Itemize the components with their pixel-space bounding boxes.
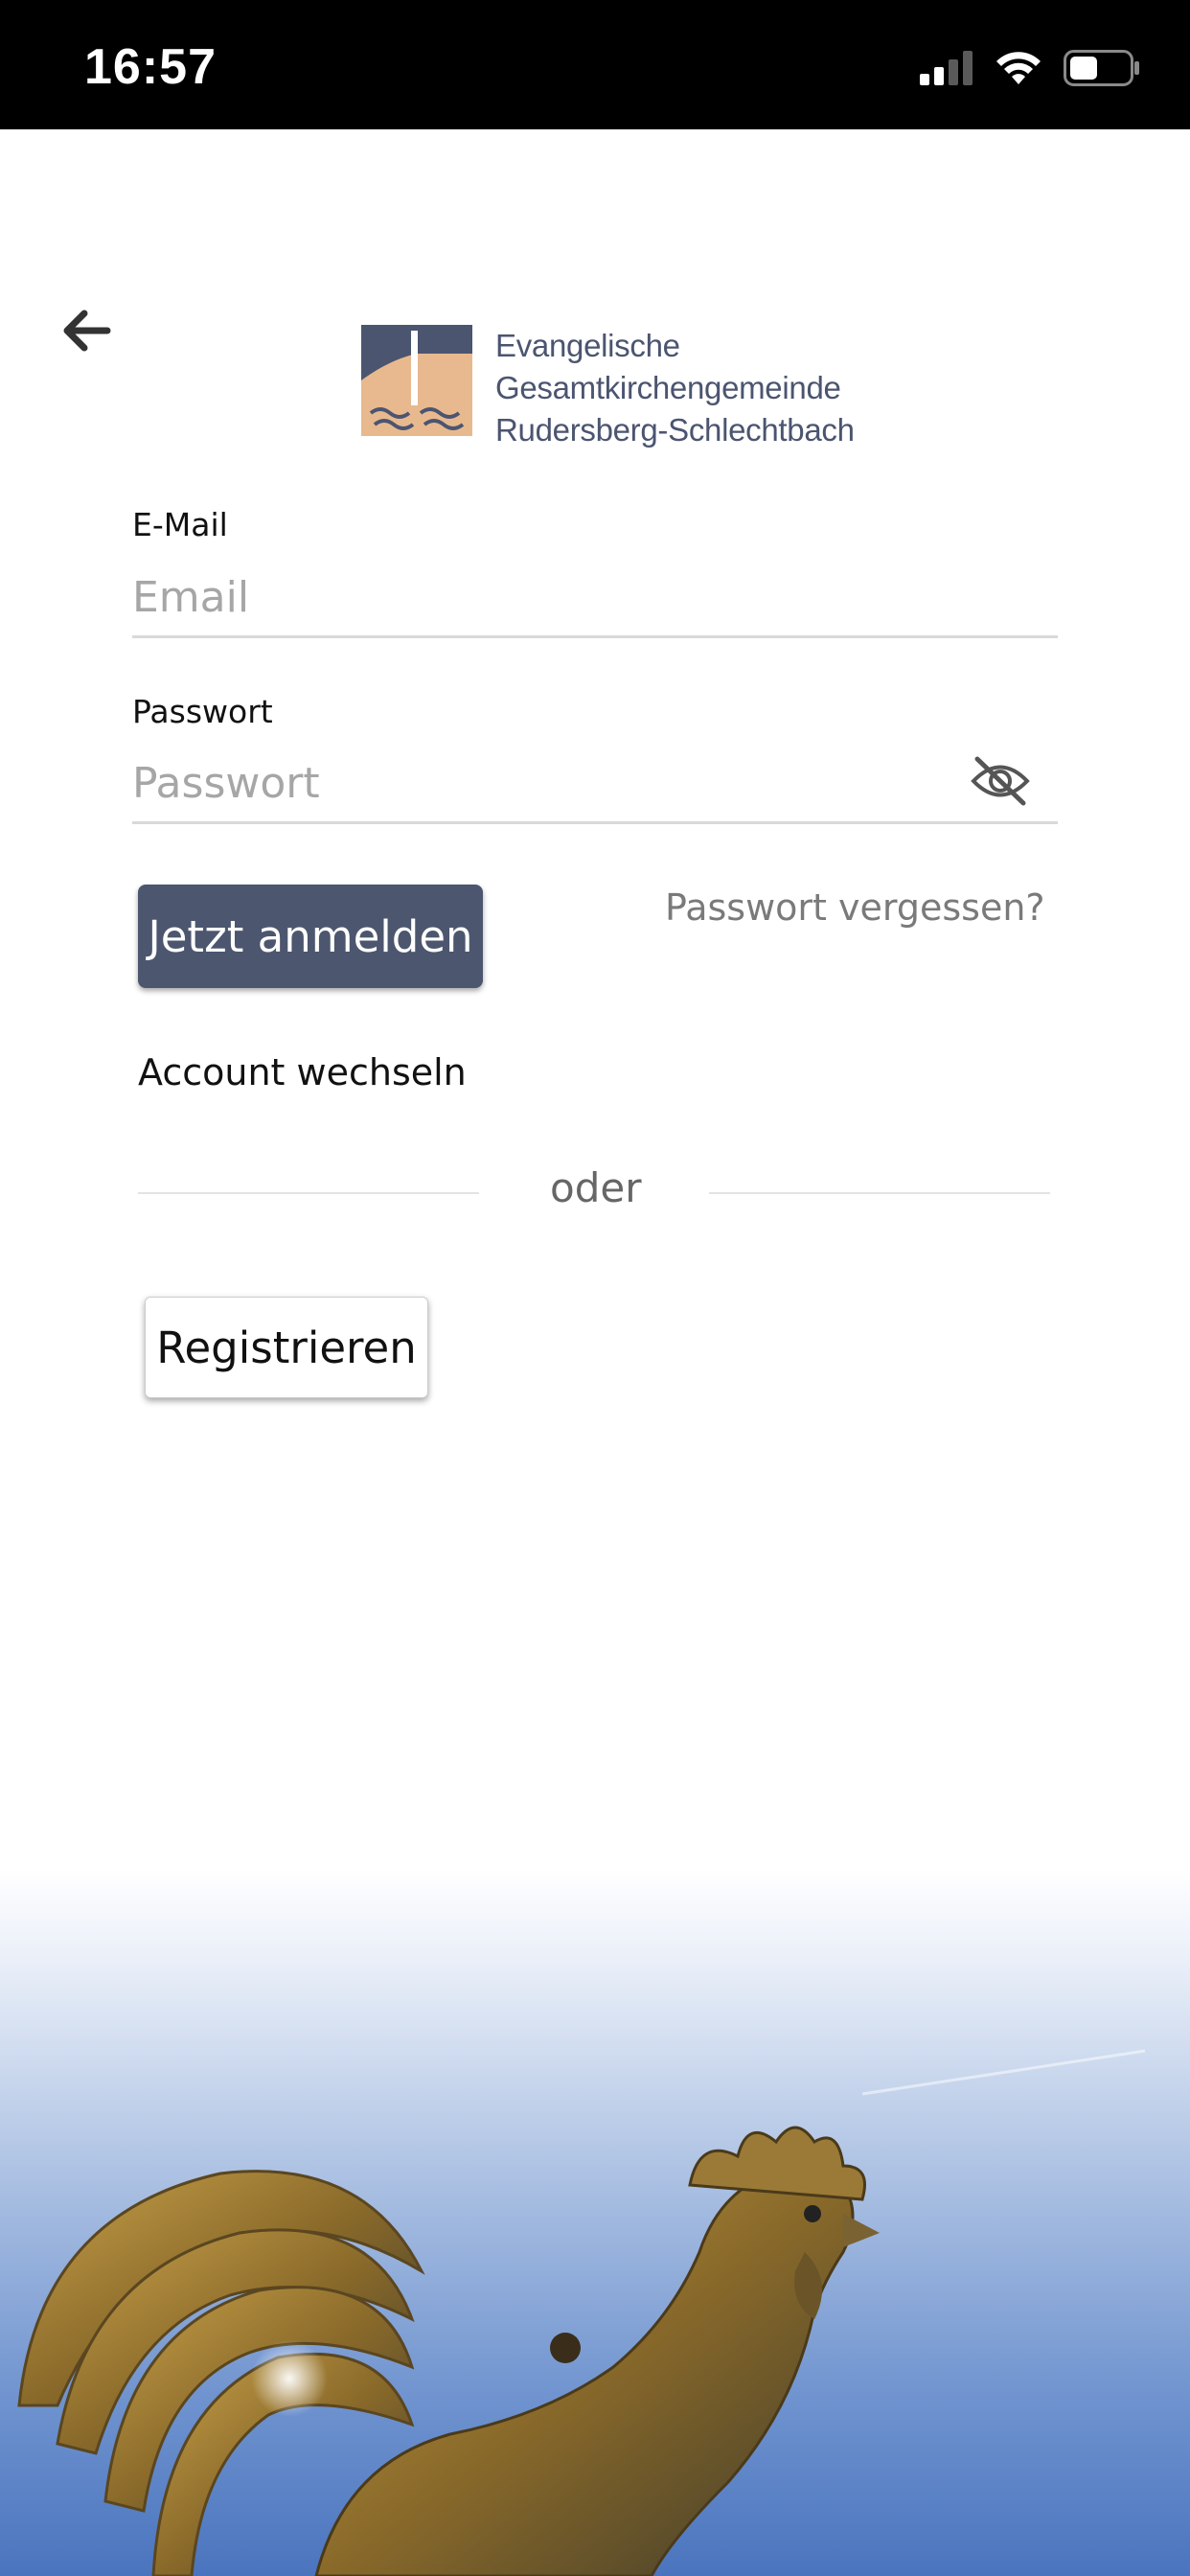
signal-icon — [920, 51, 973, 85]
switch-account-link[interactable]: Account wechseln — [138, 1051, 467, 1093]
divider-label: oder — [550, 1164, 642, 1211]
divider-right — [709, 1192, 1050, 1194]
church-logo-mark — [361, 325, 472, 436]
church-logo: Evangelische Gesamtkirchengemeinde Ruder… — [361, 325, 855, 451]
battery-icon — [1064, 50, 1139, 86]
back-button[interactable] — [57, 302, 115, 359]
register-button[interactable]: Registrieren — [145, 1297, 428, 1398]
status-bar: 16:57 — [0, 0, 1190, 129]
church-name-line-1: Evangelische — [495, 328, 680, 363]
forgot-password-link[interactable]: Passwort vergessen? — [665, 886, 1045, 929]
status-time: 16:57 — [84, 39, 217, 95]
divider-left — [138, 1192, 479, 1194]
password-label: Passwort — [132, 693, 273, 730]
arrow-left-icon — [63, 310, 111, 352]
church-name: Evangelische Gesamtkirchengemeinde Ruder… — [495, 325, 855, 451]
email-label: E-Mail — [132, 506, 228, 543]
eye-slash-icon — [971, 756, 1030, 806]
status-icons — [920, 50, 1140, 86]
rooster-weathervane-image — [17, 2049, 1146, 2576]
church-name-line-3: Rudersberg-Schlechtbach — [495, 412, 855, 448]
login-button[interactable]: Jetzt anmelden — [138, 885, 483, 988]
password-field[interactable] — [132, 745, 1058, 824]
password-visibility-toggle[interactable] — [970, 755, 1031, 807]
email-field[interactable] — [132, 559, 1058, 638]
wifi-icon — [996, 52, 1041, 84]
church-name-line-2: Gesamtkirchengemeinde — [495, 370, 841, 405]
rooster-hero-image — [0, 1869, 1190, 2576]
